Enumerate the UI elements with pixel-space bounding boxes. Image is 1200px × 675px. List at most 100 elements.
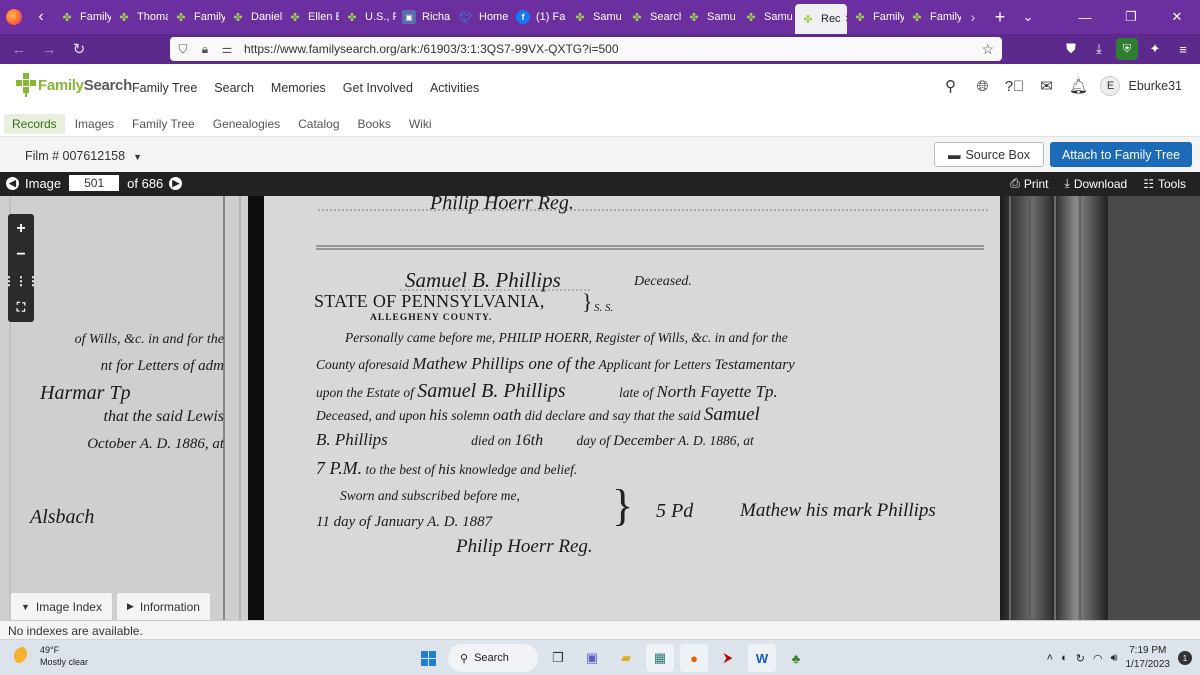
browser-tab-label: Samu [707,11,736,23]
subnav-item-genealogies[interactable]: Genealogies [205,114,288,134]
zoom-in-icon[interactable]: + [8,216,34,242]
extension-shield-icon[interactable]: ⛨ [1116,38,1138,60]
sync-icon[interactable]: ↻ [1076,652,1085,665]
pocket-icon[interactable]: ⛊ [1060,38,1082,60]
browser-tab-label: Rec [821,13,841,25]
browser-tab[interactable]: ✤ Family [168,0,225,34]
menu-item-activities[interactable]: Activities [430,81,479,95]
firefox-taskbar-icon[interactable]: ● [680,644,708,672]
tools-button[interactable]: ☷ Tools [1143,177,1186,191]
volume-icon[interactable]: 🔊︎ [1111,652,1118,665]
taskbar-search[interactable]: ⚲ Search [448,644,538,672]
restore-window-icon[interactable]: ❐ [1108,0,1154,34]
browser-tab[interactable]: ✤ Family [847,0,904,34]
previous-image-icon[interactable]: ◀ [6,176,19,190]
list-all-tabs-icon[interactable]: ⌄ [1015,9,1041,25]
browser-tab[interactable]: ✤ Samu [567,0,624,34]
download-button[interactable]: ⤓ Download [1065,176,1128,191]
next-image-icon[interactable]: ▶ [169,176,183,190]
familysearch-logo[interactable]: FamilySearch [16,73,132,97]
reload-icon[interactable]: ↻ [64,34,94,64]
new-tab-icon[interactable]: + [985,7,1015,28]
browser-tab[interactable]: ✤ Daniel [225,0,282,34]
browser-tab[interactable]: ✤ Ellen E [282,0,339,34]
grid-view-icon[interactable]: ⋮⋮⋮ [3,268,39,294]
oath-line-5-text-b: day of [576,433,610,448]
bookmark-star-icon[interactable]: ☆ [981,41,994,58]
browser-tab[interactable]: ✤ Thoma [111,0,168,34]
browser-tab[interactable]: ✤ Family [904,0,961,34]
url-bar[interactable]: ⛉ 🔒︎ ⚌ https://www.familysearch.org/ark:… [170,37,1002,61]
photo-app-icon[interactable]: ▦ [646,644,674,672]
notifications-bell-icon[interactable]: 🔔︎ [1068,76,1088,96]
browser-tab[interactable]: ✤ Samu [738,0,795,34]
extensions-icon[interactable]: ✦ [1144,38,1166,60]
subnav-item-images[interactable]: Images [67,114,122,134]
windows-start-icon[interactable] [414,644,442,672]
browser-tab[interactable]: ✤ Search [624,0,681,34]
image-number-input[interactable]: 501 [69,175,120,191]
menu-icon[interactable]: ≡ [1172,38,1194,60]
subnav-item-books[interactable]: Books [350,114,399,134]
avatar[interactable]: E [1100,76,1121,96]
attach-to-family-tree-button[interactable]: Attach to Family Tree [1050,142,1192,167]
wifi-icon[interactable]: ◠ [1093,652,1103,665]
firefox-icon[interactable] [0,0,28,34]
left-page-line-2: nt for Letters of adm [100,358,224,374]
messages-icon[interactable]: ✉ [1036,76,1056,96]
browser-tab[interactable]: ✤ Samu [681,0,738,34]
permissions-icon[interactable]: ⚌ [220,42,234,56]
downloads-icon[interactable]: ⤓ [1088,38,1110,60]
main-menu: Family Tree Search Memories Get Involved Act… [132,81,479,95]
forward-icon[interactable]: → [34,34,64,64]
menu-item-family-tree[interactable]: Family Tree [132,81,197,95]
menu-item-search[interactable]: Search [214,81,254,95]
url-text[interactable]: https://www.familysearch.org/ark:/61903/… [244,42,619,56]
pdf-app-icon[interactable]: ⮞ [714,644,742,672]
fullscreen-icon[interactable]: ⛶ [8,294,34,320]
information-tab[interactable]: ▶ Information [115,592,211,620]
fee-handwriting: 5 Pd [656,500,694,522]
weather-widget[interactable]: 49°F Mostly clear [14,644,88,668]
browser-tab[interactable]: ✤ Family [54,0,111,34]
no-index-message: No indexes are available. [0,620,1200,639]
lock-icon[interactable]: 🔒︎ [198,42,212,57]
notification-badge[interactable]: 1 [1178,651,1192,665]
help-icon[interactable]: ?⃝ [1004,76,1025,96]
security-icon[interactable]: ◐ [1061,652,1068,664]
back-icon[interactable]: ← [4,34,34,64]
chat-icon[interactable]: ▣ [578,644,606,672]
ancestry-app-icon[interactable]: ♣ [782,644,810,672]
menu-item-get-involved[interactable]: Get Involved [343,81,413,95]
location-pin-icon[interactable]: ⚲ [940,76,960,96]
minimize-window-icon[interactable]: — [1062,0,1108,34]
subnav-item-wiki[interactable]: Wiki [401,114,440,134]
tab-scroll-left-icon[interactable]: ‹ [28,0,54,34]
zoom-out-icon[interactable]: − [8,242,34,268]
task-view-icon[interactable]: ❐ [544,644,572,672]
tab-scroll-right-icon[interactable]: › [961,9,985,25]
close-window-icon[interactable]: ✕ [1154,0,1200,34]
subnav-item-catalog[interactable]: Catalog [290,114,347,134]
browser-tab[interactable]: f (1) Fa [510,0,567,34]
browser-tab[interactable]: ▣ Richa [396,0,453,34]
browser-tab[interactable]: ✤ U.S., F [339,0,396,34]
clock[interactable]: 7:19 PM 1/17/2023 [1126,644,1171,672]
username[interactable]: Eburke31 [1128,79,1182,93]
film-number-dropdown[interactable]: Film # 007612158 ▼ [25,149,142,163]
source-box-button[interactable]: ▬ Source Box [934,142,1044,167]
image-index-tab[interactable]: ▼ Image Index [10,592,113,620]
image-viewer[interactable]: Philip Hoerr Reg. Samuel B. Phillips Dec… [0,196,1200,620]
globe-icon[interactable]: 🌐︎ [972,76,992,96]
browser-tab[interactable]: ✤Rec✕ [795,4,847,34]
subnav-item-records[interactable]: Records [4,114,65,134]
menu-item-memories[interactable]: Memories [271,81,326,95]
shield-icon[interactable]: ⛉ [176,42,190,57]
print-button[interactable]: ⎙ Print [1010,176,1048,191]
file-explorer-icon[interactable]: ▰ [612,644,640,672]
word-icon[interactable]: W [748,644,776,672]
browser-tab[interactable]: 🐦︎ Home [453,0,510,34]
subnav-item-family-tree[interactable]: Family Tree [124,114,203,134]
show-hidden-icons-icon[interactable]: ˄ [1047,652,1053,664]
familysearch-tree-icon: ✤ [855,11,865,24]
